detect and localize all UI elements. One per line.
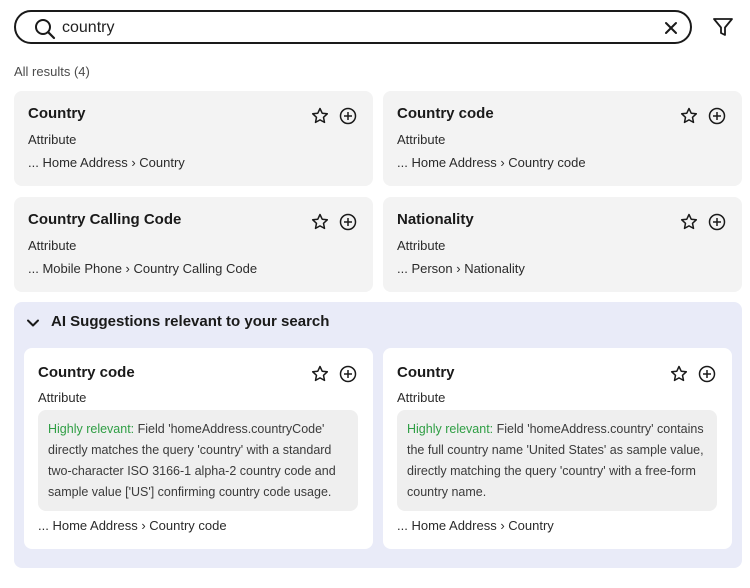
suggestion-path: ... Home Address › Country code [38,518,227,533]
suggestion-title: Country [397,364,455,381]
result-title: Country code [397,105,494,122]
result-path: ... Person › Nationality [397,261,525,276]
result-type: Attribute [28,238,77,253]
result-path: ... Home Address › Country code [397,155,586,170]
result-title: Country [28,105,86,122]
results-count: All results (4) [14,64,90,79]
star-icon[interactable] [670,365,688,383]
ai-suggestion-card[interactable]: Country code Attribute Highly relevant: … [24,348,373,549]
star-icon[interactable] [311,365,329,383]
add-circle-icon[interactable] [339,213,357,231]
result-card[interactable]: Nationality Attribute ... Person › Natio… [383,197,742,292]
add-circle-icon[interactable] [339,107,357,125]
relevance-badge: Highly relevant: [407,422,494,436]
star-icon[interactable] [311,107,329,125]
close-icon[interactable] [664,21,678,35]
star-icon[interactable] [680,107,698,125]
result-path: ... Home Address › Country [28,155,185,170]
search-input[interactable] [62,16,622,40]
ai-suggestions-panel: AI Suggestions relevant to your search C… [14,302,742,568]
filter-icon[interactable] [712,16,734,38]
search-bar[interactable] [14,10,692,44]
add-circle-icon[interactable] [339,365,357,383]
result-type: Attribute [397,132,446,147]
add-circle-icon[interactable] [708,213,726,231]
suggestion-type: Attribute [397,390,446,405]
result-title: Nationality [397,211,474,228]
result-card[interactable]: Country Attribute ... Home Address › Cou… [14,91,373,186]
result-path: ... Mobile Phone › Country Calling Code [28,261,258,276]
add-circle-icon[interactable] [708,107,726,125]
suggestion-title: Country code [38,364,135,381]
result-type: Attribute [28,132,77,147]
result-type: Attribute [397,238,446,253]
ai-suggestions-title[interactable]: AI Suggestions relevant to your search [51,313,329,330]
star-icon[interactable] [680,213,698,231]
chevron-down-icon[interactable] [26,316,40,330]
relevance-explanation: Highly relevant: Field 'homeAddress.coun… [38,410,358,511]
relevance-badge: Highly relevant: [48,422,135,436]
ai-suggestion-card[interactable]: Country Attribute Highly relevant: Field… [383,348,732,549]
search-icon [35,19,56,40]
star-icon[interactable] [311,213,329,231]
result-card[interactable]: Country code Attribute ... Home Address … [383,91,742,186]
relevance-explanation: Highly relevant: Field 'homeAddress.coun… [397,410,717,511]
suggestion-path: ... Home Address › Country [397,518,554,533]
suggestion-type: Attribute [38,390,87,405]
result-card[interactable]: Country Calling Code Attribute ... Mobil… [14,197,373,292]
result-title: Country Calling Code [28,211,182,228]
add-circle-icon[interactable] [698,365,716,383]
